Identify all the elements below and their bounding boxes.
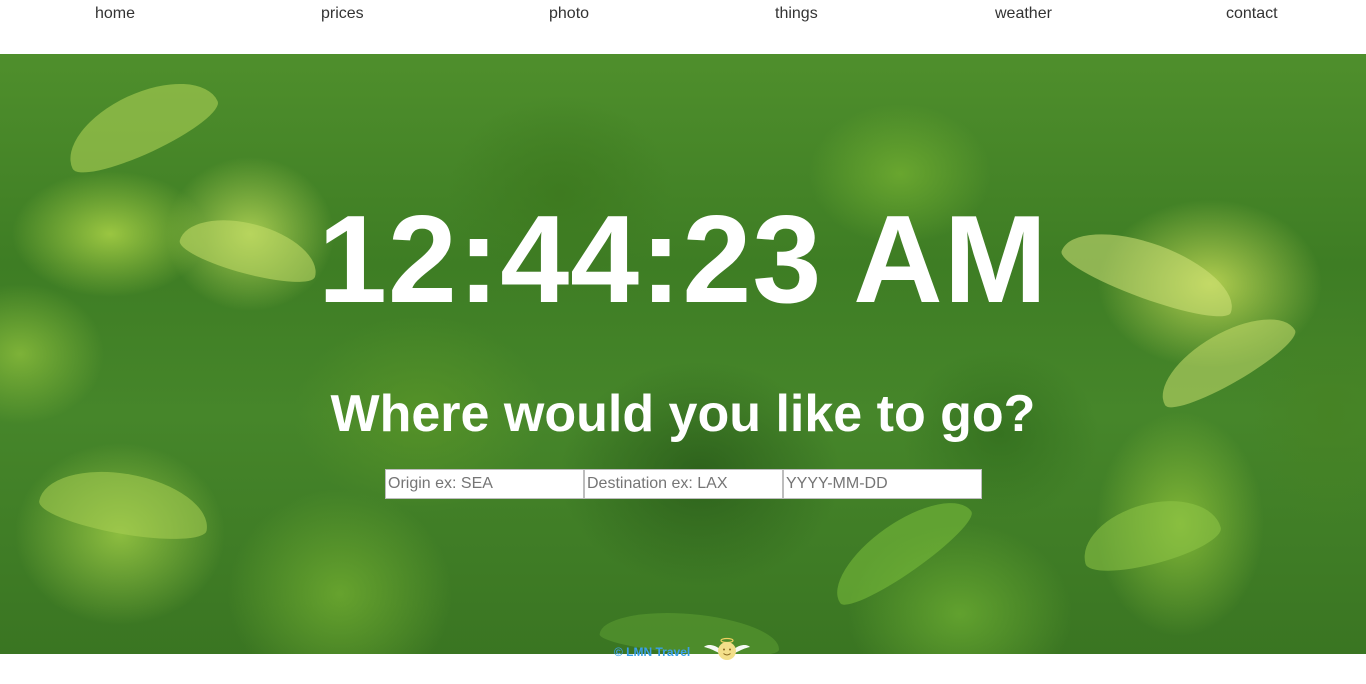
top-nav: home prices photo things weather contact [0, 0, 1366, 54]
hero-jungle-background [0, 54, 1366, 654]
foliage-shape [1074, 486, 1226, 582]
origin-input[interactable] [385, 469, 584, 499]
destination-input[interactable] [584, 469, 783, 499]
foliage-shape [36, 459, 214, 549]
nav-link-things[interactable]: things [775, 4, 818, 24]
footer-copyright: © LMN Travel [614, 645, 691, 659]
nav-link-contact[interactable]: contact [1226, 4, 1278, 24]
nav-link-photo[interactable]: photo [549, 4, 589, 24]
nav-link-prices[interactable]: prices [321, 4, 364, 24]
nav-link-weather[interactable]: weather [995, 4, 1052, 24]
flight-search-form [385, 469, 982, 499]
clock-display: 12:44:23 AM [317, 191, 1049, 329]
foliage-shape [54, 63, 226, 185]
date-input[interactable] [783, 469, 982, 499]
page-headline: Where would you like to go? [330, 385, 1036, 443]
winged-angel-logo-icon [704, 637, 750, 660]
nav-link-home[interactable]: home [95, 4, 135, 24]
foliage-shape [820, 482, 980, 616]
